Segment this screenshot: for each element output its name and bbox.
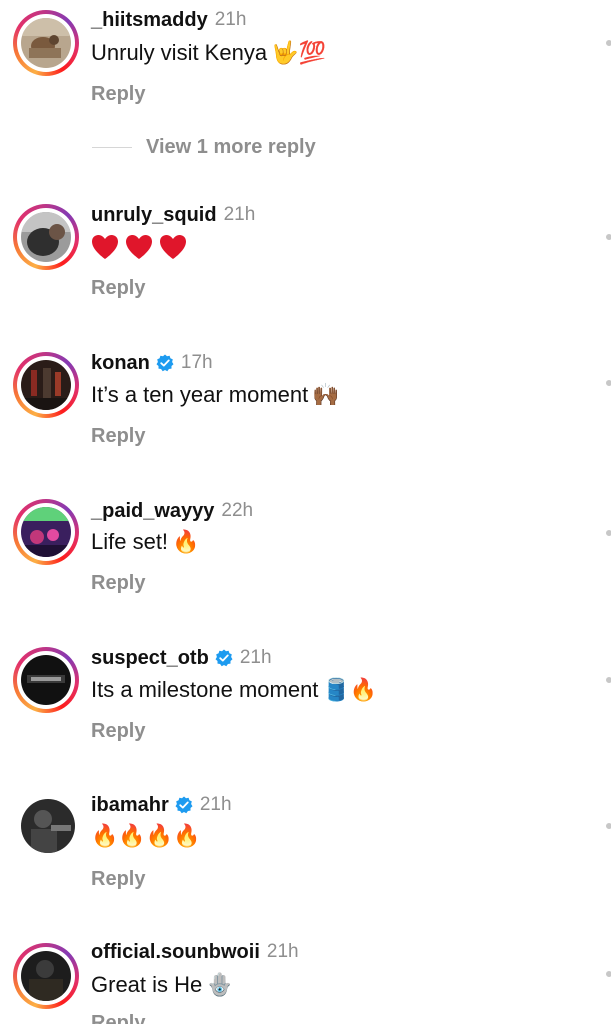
avatar-photo-icon xyxy=(21,18,71,68)
emoji: 🛢️🔥 xyxy=(322,677,378,702)
view-more-replies-label[interactable]: View 1 more reply xyxy=(146,136,316,159)
username[interactable]: official.sounbwoii xyxy=(91,941,260,964)
comment-text: Great is He 🪬 xyxy=(91,972,234,997)
comment-text: 🔥🔥🔥🔥 xyxy=(91,825,201,847)
avatar[interactable] xyxy=(13,791,79,857)
avatar[interactable] xyxy=(13,943,79,1009)
reply-button[interactable]: Reply xyxy=(91,1012,145,1024)
like-icon[interactable] xyxy=(606,677,611,683)
username[interactable]: _hiitsmaddy xyxy=(91,9,208,32)
avatar-photo-icon xyxy=(21,951,71,1001)
avatar[interactable] xyxy=(13,10,79,76)
heart-icon xyxy=(160,235,186,259)
comment-time: 21h xyxy=(214,9,247,30)
emoji: 🔥 xyxy=(172,529,200,554)
reply-button[interactable]: Reply xyxy=(91,425,145,448)
reply-button[interactable]: Reply xyxy=(91,868,145,891)
like-icon[interactable] xyxy=(606,971,611,977)
comment-item: suspect_otb 21h Its a milestone moment 🛢… xyxy=(0,637,611,777)
comment-item: _hiitsmaddy 21h Unruly visit Kenya 🤟💯 Re… xyxy=(0,0,611,140)
like-icon[interactable] xyxy=(606,380,611,386)
comment-item: official.sounbwoii 21h Great is He 🪬 Rep… xyxy=(0,933,611,1024)
comment-item: _paid_wayyy 22h Life set! 🔥 Reply xyxy=(0,489,611,629)
avatar-photo-icon xyxy=(21,799,75,853)
like-icon[interactable] xyxy=(606,40,611,46)
comment-item: unruly_squid 21h Reply xyxy=(0,194,611,334)
reply-button[interactable]: Reply xyxy=(91,572,145,595)
comment-time: 17h xyxy=(180,352,213,373)
username[interactable]: unruly_squid xyxy=(91,204,217,227)
comments-feed: _hiitsmaddy 21h Unruly visit Kenya 🤟💯 Re… xyxy=(0,0,611,1024)
heart-icon xyxy=(92,235,118,259)
verified-badge-icon xyxy=(175,796,193,814)
username[interactable]: suspect_otb xyxy=(91,647,209,670)
comment-time: 21h xyxy=(199,794,232,815)
emoji: 🪬 xyxy=(206,972,234,997)
comment-time: 22h xyxy=(221,500,254,521)
emoji: 🔥🔥🔥🔥 xyxy=(91,823,201,848)
heart-icon xyxy=(126,235,152,259)
avatar[interactable] xyxy=(13,499,79,565)
comment-item: konan 17h It’s a ten year moment 🙌🏾 Repl… xyxy=(0,342,611,482)
avatar[interactable] xyxy=(13,204,79,270)
avatar-photo-icon xyxy=(21,507,71,557)
comment-time: 21h xyxy=(266,941,299,962)
comment-text: Unruly visit Kenya 🤟💯 xyxy=(91,40,326,65)
comment-text: Its a milestone moment 🛢️🔥 xyxy=(91,677,378,702)
like-icon[interactable] xyxy=(606,530,611,536)
username[interactable]: ibamahr xyxy=(91,794,169,817)
emoji: 🤟💯 xyxy=(271,40,326,65)
reply-button[interactable]: Reply xyxy=(91,83,145,106)
comment-time: 21h xyxy=(239,647,272,668)
like-icon[interactable] xyxy=(606,234,611,240)
view-more-replies[interactable]: View 1 more reply xyxy=(92,133,316,161)
like-icon[interactable] xyxy=(606,823,611,829)
reply-button[interactable]: Reply xyxy=(91,720,145,743)
reply-button[interactable]: Reply xyxy=(91,277,145,300)
comment-text: Life set! 🔥 xyxy=(91,529,200,554)
avatar-photo-icon xyxy=(21,360,71,410)
emoji: 🙌🏾 xyxy=(312,382,340,407)
verified-badge-icon xyxy=(215,649,233,667)
comment-text: It’s a ten year moment 🙌🏾 xyxy=(91,382,340,407)
divider xyxy=(92,146,132,148)
avatar[interactable] xyxy=(13,647,79,713)
avatar[interactable] xyxy=(13,352,79,418)
avatar-photo-icon xyxy=(21,655,71,705)
avatar-photo-icon xyxy=(21,212,71,262)
comment-item: ibamahr 21h 🔥🔥🔥🔥 Reply xyxy=(0,785,611,925)
username[interactable]: konan xyxy=(91,352,150,375)
username[interactable]: _paid_wayyy xyxy=(91,500,214,523)
verified-badge-icon xyxy=(156,354,174,372)
comment-text xyxy=(91,234,193,260)
comment-time: 21h xyxy=(223,204,256,225)
